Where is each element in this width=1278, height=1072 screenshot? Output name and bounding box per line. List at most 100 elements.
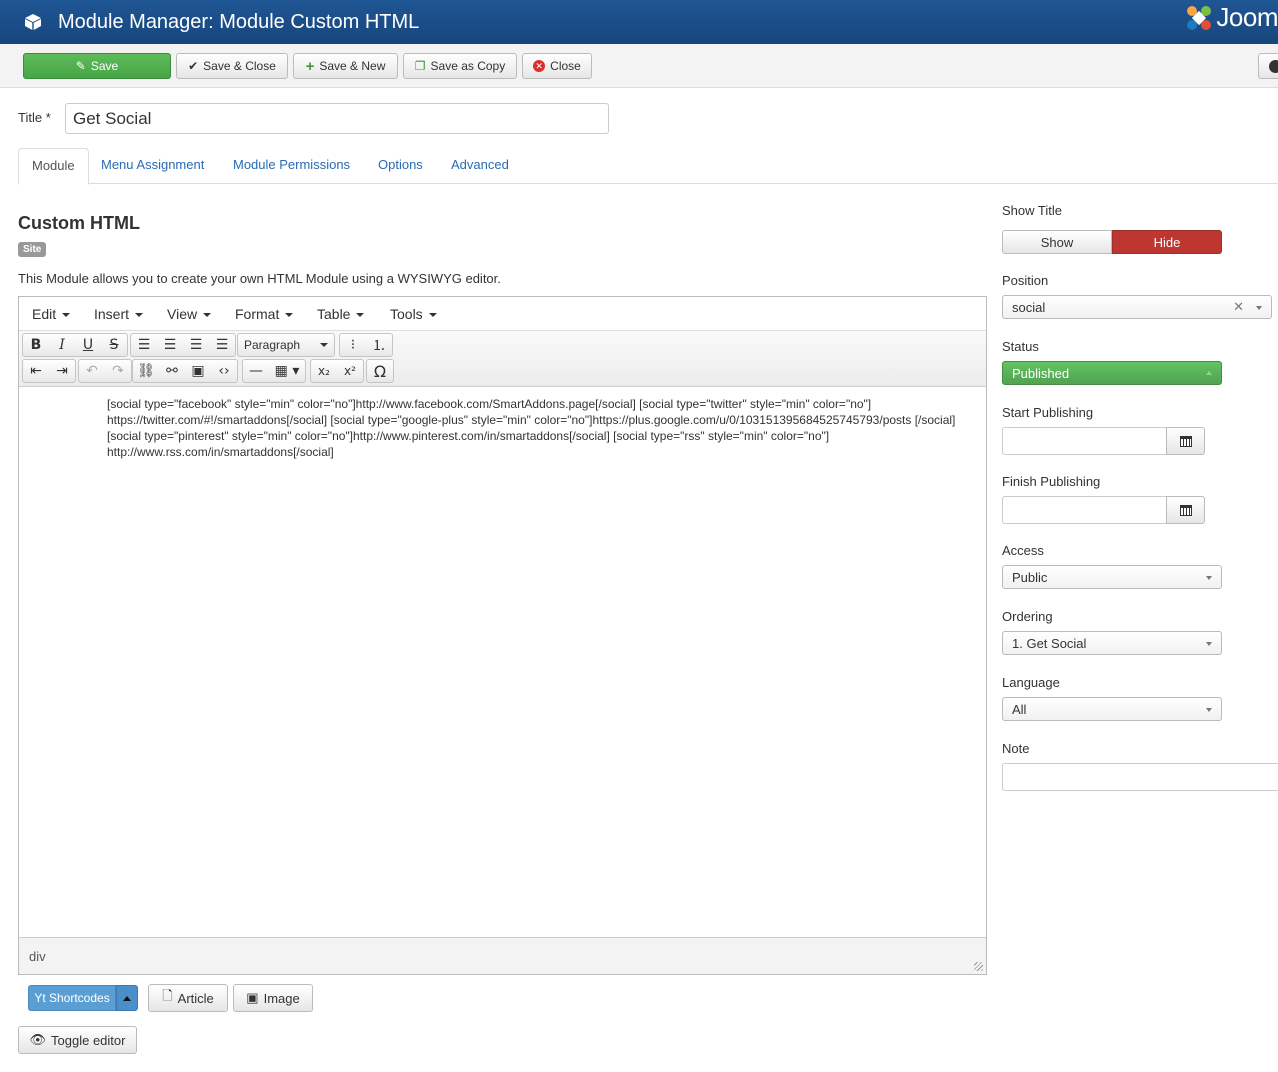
save-button[interactable]: ✎ Save	[23, 53, 171, 79]
help-button[interactable]	[1258, 53, 1278, 79]
table-icon[interactable]: ▦ ▾	[269, 360, 305, 382]
title-input[interactable]	[65, 103, 609, 134]
save-copy-button[interactable]: ❐ Save as Copy	[403, 53, 517, 79]
unlink-icon[interactable]: ⚯	[159, 360, 185, 382]
language-label: Language	[1002, 675, 1060, 690]
indent-icon[interactable]: ⇥	[49, 360, 75, 382]
caret-down-icon	[428, 313, 437, 317]
menu-insert[interactable]: Insert	[94, 306, 144, 322]
status-label: Status	[1002, 339, 1039, 354]
redo-icon[interactable]: ↷	[105, 360, 131, 382]
align-justify-icon[interactable]: ☰	[209, 334, 235, 356]
caret-down-icon	[285, 313, 294, 317]
check-icon: ✔	[188, 59, 199, 73]
editor-menubar: Edit Insert View Format Table Tools	[19, 297, 986, 331]
start-publishing-input[interactable]	[1002, 427, 1167, 455]
module-type-heading: Custom HTML	[18, 213, 140, 233]
block-format-select[interactable]: Paragraph	[237, 333, 335, 357]
history-group: ↶ ↷	[78, 359, 132, 383]
align-center-icon[interactable]: ☰	[157, 334, 183, 356]
module-description: This Module allows you to create your ow…	[18, 271, 501, 286]
close-circle-icon: ✕	[533, 60, 546, 72]
yt-shortcodes-dropdown[interactable]	[116, 985, 138, 1011]
editor-content[interactable]: [social type="facebook" style="min" colo…	[107, 396, 957, 460]
position-select[interactable]: social ✕	[1002, 295, 1272, 319]
start-publishing-calendar-button[interactable]	[1166, 427, 1205, 455]
finish-publishing-input[interactable]	[1002, 496, 1167, 524]
outdent-icon[interactable]: ⇤	[23, 360, 49, 382]
note-label: Note	[1002, 741, 1030, 756]
numbered-list-icon[interactable]: ⒈	[366, 334, 392, 356]
yt-shortcodes-button[interactable]: Yt Shortcodes	[28, 985, 116, 1011]
finish-publishing-calendar-button[interactable]	[1166, 496, 1205, 524]
bullet-list-icon[interactable]: ⁝	[340, 334, 366, 356]
tab-module[interactable]: Module	[18, 148, 89, 185]
cube-icon	[25, 14, 41, 30]
omega-icon[interactable]: Ω	[367, 360, 393, 382]
menu-tools[interactable]: Tools	[390, 306, 437, 322]
tab-options[interactable]: Options	[365, 148, 436, 184]
script-group: x₂ x²	[310, 359, 364, 383]
edit-icon: ✎	[75, 59, 86, 73]
calendar-icon	[1179, 435, 1192, 447]
menu-table[interactable]: Table	[317, 306, 365, 322]
show-title-toggle: Show Hide	[1002, 230, 1222, 254]
image-button[interactable]: ▣ Image	[233, 984, 313, 1012]
save-new-button[interactable]: + Save & New	[293, 53, 398, 79]
align-group: ☰ ☰ ☰ ☰	[130, 333, 236, 357]
language-select[interactable]: All	[1002, 697, 1222, 721]
italic-icon[interactable]: I	[49, 334, 75, 356]
dropdown-arrow-icon	[1206, 642, 1212, 646]
caret-down-icon	[320, 343, 328, 347]
article-button[interactable]: 🗋 Article	[148, 984, 228, 1012]
ordering-select[interactable]: 1. Get Social	[1002, 631, 1222, 655]
tab-advanced[interactable]: Advanced	[438, 148, 522, 184]
toggle-editor-button[interactable]: 👁 Toggle editor	[18, 1026, 137, 1054]
ordering-label: Ordering	[1002, 609, 1053, 624]
save-close-button[interactable]: ✔ Save & Close	[176, 53, 288, 79]
element-path[interactable]: div	[29, 949, 46, 964]
copy-icon: ❐	[414, 59, 426, 73]
menu-format[interactable]: Format	[235, 306, 294, 322]
wysiwyg-editor: Edit Insert View Format Table Tools B I …	[18, 296, 987, 975]
help-icon	[1269, 60, 1278, 73]
underline-icon[interactable]: U	[75, 334, 101, 356]
hr-table-group: — ▦ ▾	[242, 359, 306, 383]
dropdown-arrow-icon	[1206, 576, 1212, 580]
bold-icon[interactable]: B	[23, 334, 49, 356]
tab-bar: Module Menu Assignment Module Permission…	[18, 148, 1278, 185]
link-icon[interactable]: ⛓	[133, 360, 159, 382]
align-left-icon[interactable]: ☰	[131, 334, 157, 356]
menu-view[interactable]: View	[167, 306, 212, 322]
clear-icon[interactable]: ✕	[1233, 299, 1244, 315]
image-icon[interactable]: ▣	[185, 360, 211, 382]
horizontal-rule-icon[interactable]: —	[243, 360, 269, 382]
close-button[interactable]: ✕ Close	[522, 53, 592, 79]
caret-down-icon	[135, 313, 144, 317]
tab-menu-assignment[interactable]: Menu Assignment	[88, 148, 217, 184]
undo-icon[interactable]: ↶	[79, 360, 105, 382]
calendar-icon	[1179, 504, 1192, 516]
editor-statusbar: div	[19, 937, 986, 974]
superscript-icon[interactable]: x²	[337, 360, 363, 382]
note-input[interactable]	[1002, 763, 1278, 791]
hide-button[interactable]: Hide	[1112, 230, 1222, 254]
subscript-icon[interactable]: x₂	[311, 360, 337, 382]
menu-edit[interactable]: Edit	[32, 306, 71, 322]
show-button[interactable]: Show	[1002, 230, 1112, 254]
code-icon[interactable]: ‹›	[211, 360, 237, 382]
access-select[interactable]: Public	[1002, 565, 1222, 589]
plus-icon: +	[305, 57, 315, 75]
caret-down-icon	[203, 313, 212, 317]
align-right-icon[interactable]: ☰	[183, 334, 209, 356]
resize-handle-icon[interactable]	[974, 962, 983, 971]
picture-icon: ▣	[246, 990, 259, 1005]
special-char-group: Ω	[366, 359, 394, 383]
editor-toolbar: B I U S ☰ ☰ ☰ ☰ Paragraph ⁝ ⒈ ⇤ ⇥ ↶ ↷ ⛓	[19, 331, 986, 387]
indent-group: ⇤ ⇥	[22, 359, 76, 383]
tab-module-permissions[interactable]: Module Permissions	[220, 148, 363, 184]
caret-down-icon	[356, 313, 365, 317]
strikethrough-icon[interactable]: S	[101, 334, 127, 356]
status-select[interactable]: Published	[1002, 361, 1222, 385]
caret-down-icon	[62, 313, 71, 317]
